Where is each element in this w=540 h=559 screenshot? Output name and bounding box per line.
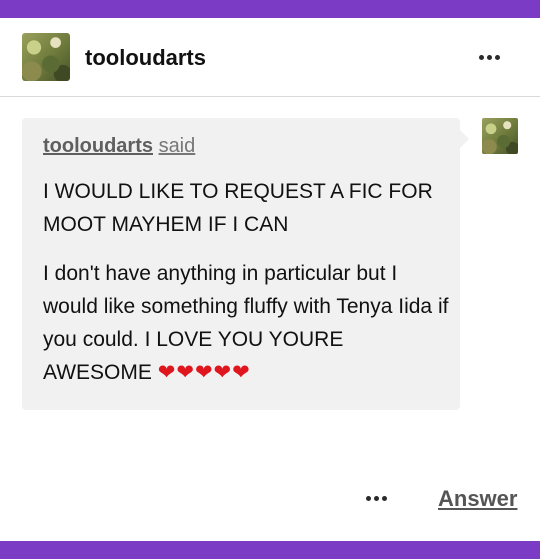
ask-bubble: tooloudarts said I WOULD LIKE TO REQUEST…	[22, 118, 469, 410]
answer-button[interactable]: Answer	[438, 486, 517, 512]
asker-avatar[interactable]	[482, 118, 518, 154]
question-text-caps: I WOULD LIKE TO REQUEST A FIC FOR MOOT M…	[43, 180, 433, 236]
said-label: said	[158, 135, 196, 157]
more-dots-icon[interactable]	[479, 55, 500, 60]
bottom-accent-bar	[0, 541, 540, 559]
top-accent-bar	[0, 0, 540, 18]
post-username[interactable]: tooloudarts	[85, 45, 206, 71]
asker-said-line: tooloudarts said	[43, 135, 195, 158]
question-text-body: I don't have anything in particular but …	[43, 257, 453, 389]
more-dots-icon[interactable]	[366, 496, 387, 501]
asker-name-link[interactable]: tooloudarts	[43, 135, 153, 157]
post-header: tooloudarts	[0, 18, 540, 97]
heart-icon: ❤❤❤❤❤	[157, 360, 251, 384]
avatar[interactable]	[22, 33, 70, 81]
